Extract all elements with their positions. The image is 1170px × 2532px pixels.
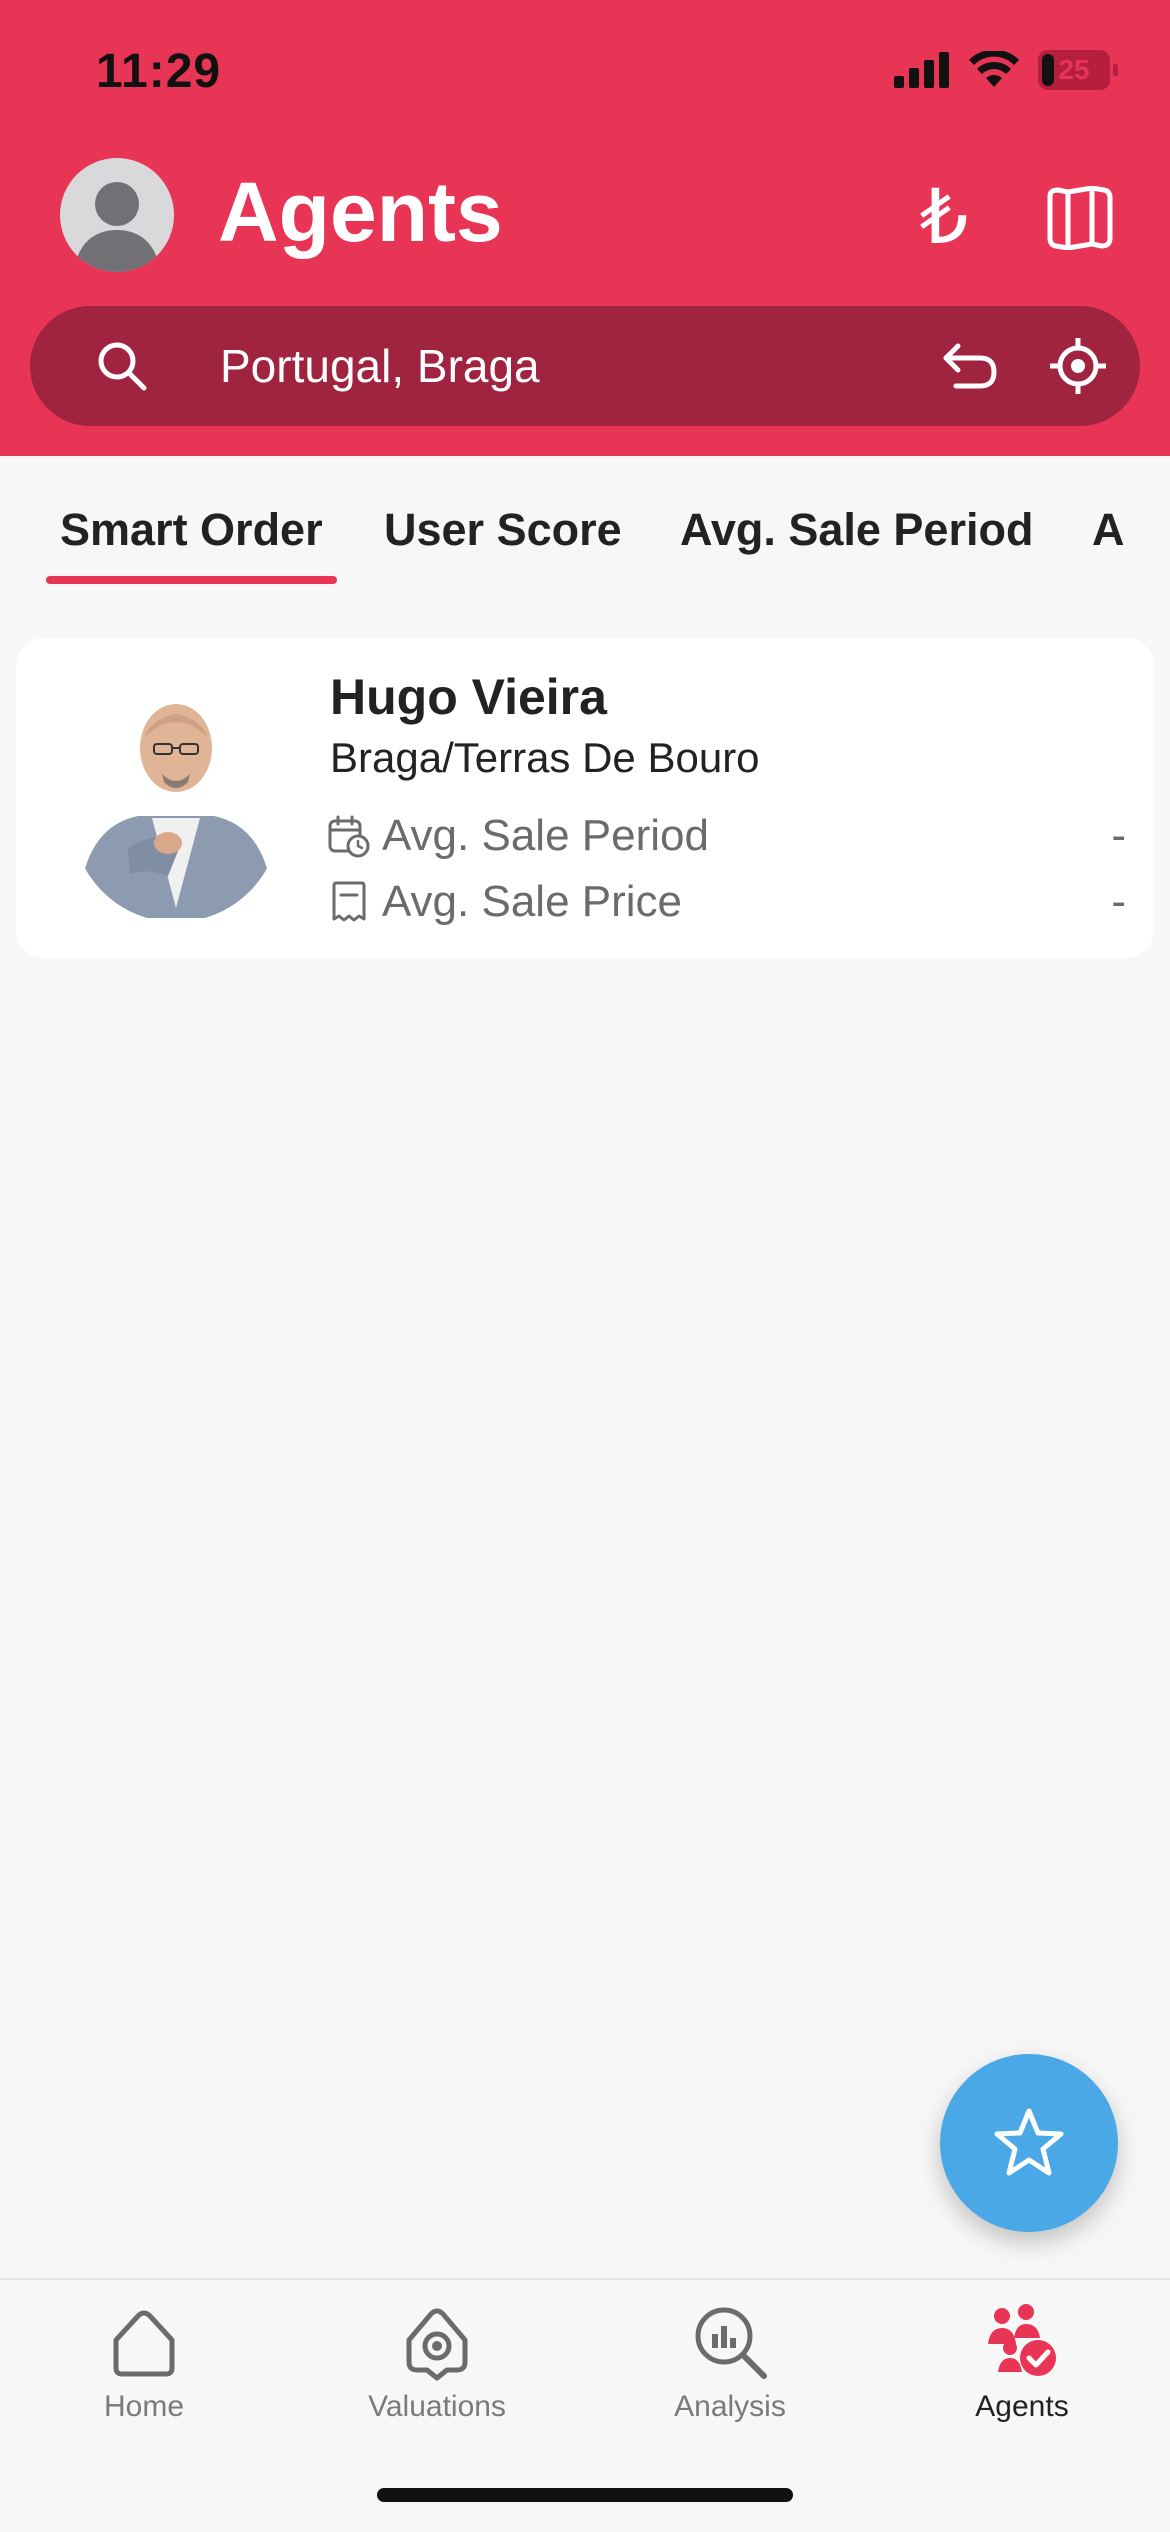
home-icon xyxy=(113,2310,175,2377)
nav-analysis[interactable]: Analysis xyxy=(630,2300,830,2450)
agent-name: Hugo Vieira xyxy=(330,669,607,725)
wifi-icon xyxy=(969,51,1019,87)
nav-label: Valuations xyxy=(368,2390,506,2423)
agent-region: Braga/Terras De Bouro xyxy=(330,734,760,781)
crosshair-icon xyxy=(1050,338,1106,394)
tab-user-score[interactable]: User Score xyxy=(384,504,622,556)
page-title: Agents xyxy=(218,165,503,259)
profile-avatar[interactable] xyxy=(60,158,174,272)
map-icon xyxy=(1047,186,1113,250)
tab-more[interactable]: A xyxy=(1092,504,1125,556)
user-icon xyxy=(74,182,160,272)
nav-label: Home xyxy=(103,2390,185,2423)
stat-avg-sale-price: Avg. Sale Price - xyxy=(326,872,1126,932)
search-input[interactable] xyxy=(220,336,900,396)
header: 11:29 25 Agents ₺ Portugal, Braga xyxy=(0,0,1170,456)
nav-label: Agents xyxy=(975,2390,1069,2423)
search-icon xyxy=(98,342,147,391)
home-indicator[interactable] xyxy=(377,2488,793,2502)
locate-button[interactable] xyxy=(1048,336,1108,396)
stat-value: - xyxy=(1111,877,1126,926)
nav-label: Analysis xyxy=(674,2390,786,2423)
status-bar: 11:29 25 xyxy=(0,0,1170,150)
nav-agents[interactable]: Agents xyxy=(922,2300,1122,2450)
undo-button[interactable] xyxy=(940,336,1000,396)
status-time: 11:29 xyxy=(96,45,222,98)
lira-icon: ₺ xyxy=(919,175,969,260)
search-bar[interactable] xyxy=(30,306,1140,426)
stat-avg-sale-period: Avg. Sale Period - xyxy=(326,806,1126,866)
status-icons: 25 xyxy=(894,50,1118,90)
location-shield-icon xyxy=(406,2308,468,2381)
calendar-clock-icon xyxy=(328,815,370,858)
agent-card[interactable]: Hugo Vieira Braga/Terras De Bouro Avg. S… xyxy=(16,638,1154,958)
nav-home[interactable]: Home xyxy=(44,2300,244,2450)
undo-icon xyxy=(943,343,997,389)
star-icon xyxy=(994,2108,1064,2176)
stat-value: - xyxy=(1111,811,1126,860)
battery-level: 25 xyxy=(1058,54,1090,85)
search-chart-icon xyxy=(695,2307,767,2379)
receipt-icon xyxy=(332,881,366,922)
tab-smart-order[interactable]: Smart Order xyxy=(46,504,337,584)
nav-valuations[interactable]: Valuations xyxy=(337,2300,537,2450)
sort-tabs: Smart Order User Score Avg. Sale Period … xyxy=(0,460,1170,610)
currency-button[interactable]: ₺ xyxy=(904,178,984,258)
agents-icon xyxy=(988,2304,1056,2376)
map-button[interactable] xyxy=(1040,178,1120,258)
signal-icon xyxy=(894,52,949,88)
favorites-button[interactable] xyxy=(940,2054,1118,2232)
tab-avg-sale-period[interactable]: Avg. Sale Period xyxy=(680,504,1033,556)
agent-photo xyxy=(72,704,280,918)
stat-label: Avg. Sale Price xyxy=(382,877,683,926)
stat-label: Avg. Sale Period xyxy=(382,811,709,860)
battery-icon: 25 xyxy=(1038,50,1118,90)
